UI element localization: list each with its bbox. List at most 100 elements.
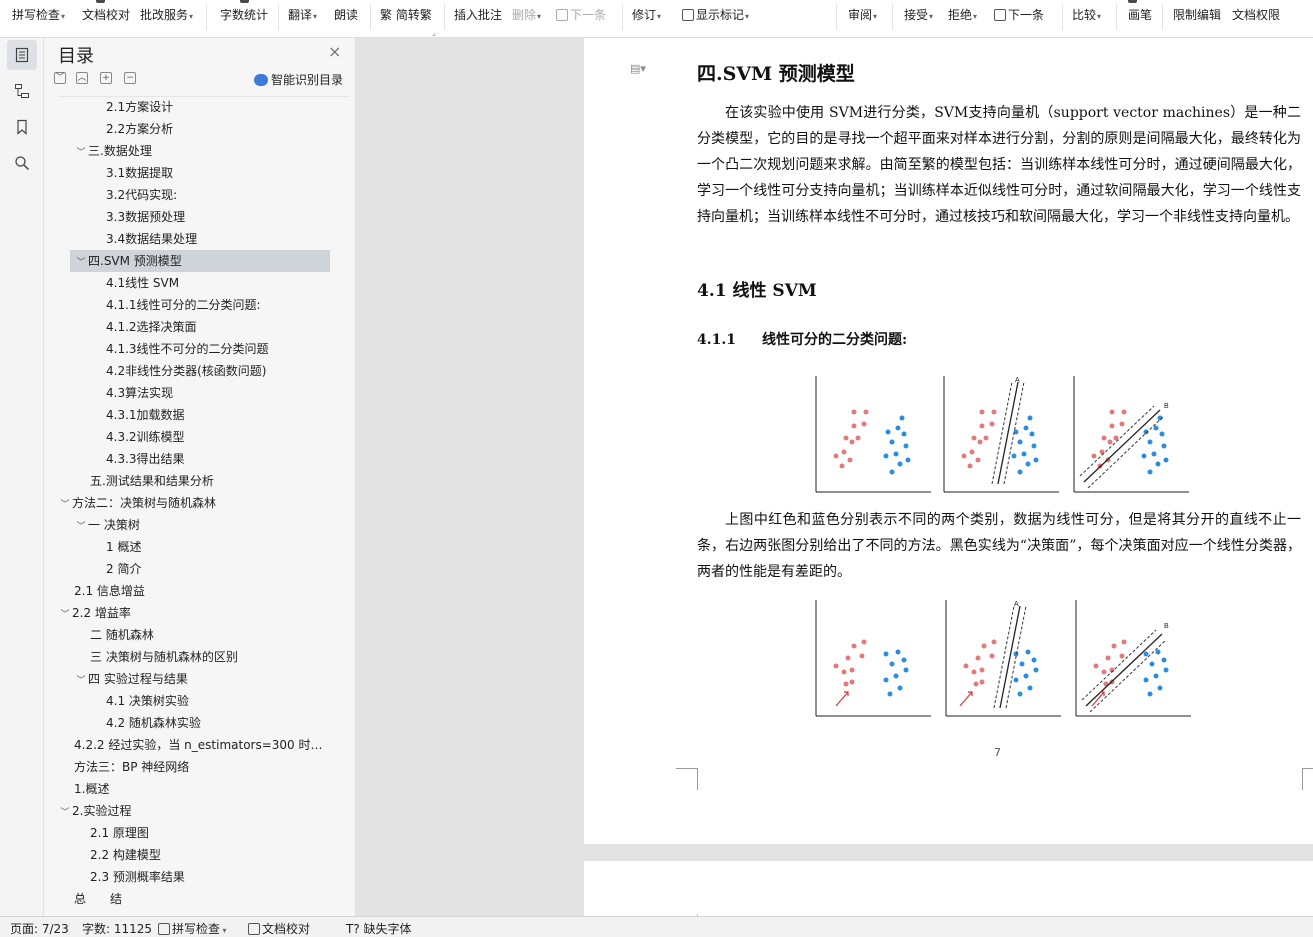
document-permission-button[interactable]: 文档权限 <box>1232 6 1280 23</box>
toc-item[interactable]: 4.2非线性分类器(核函数问题) <box>58 360 330 382</box>
left-nav-rail <box>0 38 44 916</box>
toc-item[interactable]: 3.3数据预处理 <box>58 206 330 228</box>
read-aloud-button[interactable]: 朗读 <box>334 6 358 23</box>
next-change-button[interactable]: 下一条 <box>994 6 1044 23</box>
page-indicator[interactable]: 页面: 7/23 <box>10 920 69 937</box>
toc-item[interactable]: 4.3.2训练模型 <box>58 426 330 448</box>
simplified-to-traditional-button[interactable]: 繁 简转繁 <box>380 6 432 23</box>
review-pane-button[interactable]: 审阅▾ <box>848 6 877 23</box>
chevron-down-icon[interactable]: ﹀ <box>74 252 88 272</box>
toc-item[interactable]: ﹀ 2.实验过程 <box>58 800 330 822</box>
chevron-down-icon[interactable]: ﹀ <box>74 670 88 690</box>
toc-icon <box>15 47 29 63</box>
toc-panel-title: 目录 <box>58 46 94 67</box>
remove-heading-icon[interactable]: − <box>124 72 136 84</box>
toc-item[interactable]: 2.1 原理图 <box>58 822 330 844</box>
toc-panel-button[interactable] <box>7 40 37 70</box>
toc-item[interactable]: 三 决策树与随机森林的区别 <box>58 646 330 668</box>
next-comment-button[interactable]: 下一条 <box>556 6 606 23</box>
panel-plain <box>815 600 931 717</box>
toolbar-divider <box>444 4 445 30</box>
toc-item[interactable]: ﹀ 三.数据处理 <box>58 140 330 162</box>
checkbox-icon <box>158 923 170 935</box>
spell-check-status[interactable]: 拼写检查 ▾ <box>158 920 227 937</box>
toc-item[interactable]: 4.3算法实现 <box>58 382 330 404</box>
toc-item[interactable]: 二 随机森林 <box>58 624 330 646</box>
toc-item[interactable]: 3.1数据提取 <box>58 162 330 184</box>
delete-comment-button[interactable]: 删除▾ <box>512 6 541 23</box>
collapse-all-icon[interactable]: ﹀ <box>54 72 66 84</box>
paragraph-handle-icon[interactable]: ▤▾ <box>630 62 646 75</box>
show-markup-button[interactable]: 显示标记▾ <box>682 6 749 23</box>
proofread-status[interactable]: 文档校对 <box>248 920 310 937</box>
toc-item[interactable]: 3.4数据结果处理 <box>58 228 330 250</box>
toc-item[interactable]: 4.1线性 SVM <box>58 272 330 294</box>
chevron-down-icon[interactable]: ﹀ <box>74 516 88 536</box>
toc-item[interactable]: 2.1 信息增益 <box>58 580 330 602</box>
toc-item[interactable]: 4.3.1加载数据 <box>58 404 330 426</box>
spell-check-button[interactable]: 拼写检查▾ <box>12 6 65 23</box>
chevron-down-icon[interactable]: ﹀ <box>58 494 72 514</box>
expand-up-icon[interactable]: ︿ <box>76 72 88 84</box>
toc-item[interactable]: 4.3.3得出结果 <box>58 448 330 470</box>
toc-item[interactable]: 方法三：BP 神经网络 <box>58 756 330 778</box>
toc-item-selected[interactable]: ﹀ 四.SVM 预测模型 <box>70 250 330 272</box>
smart-recognize-icon <box>254 73 268 86</box>
line-label-b: B <box>1164 623 1169 630</box>
toolbar-divider <box>206 4 207 30</box>
toc-item[interactable]: ﹀ 方法二：决策树与随机森林 <box>58 492 330 514</box>
toc-item[interactable]: 2.3 预测概率结果 <box>58 866 330 888</box>
toc-item[interactable]: 2 简介 <box>58 558 330 580</box>
bookmark-icon <box>17 119 27 135</box>
toc-item[interactable]: 1.概述 <box>58 778 330 800</box>
search-panel-button[interactable] <box>7 148 37 178</box>
toc-item[interactable]: ﹀ 2.2 增益率 <box>58 602 330 624</box>
toc-item[interactable]: 五.测试结果和结果分析 <box>58 470 330 492</box>
accept-button[interactable]: 接受▾ <box>904 6 933 23</box>
subsection-heading: 4.1 线性 SVM <box>697 281 817 301</box>
correction-service-button[interactable]: 批改服务▾ <box>140 6 193 23</box>
toc-item[interactable]: 4.1.2选择决策面 <box>58 316 330 338</box>
toc-item[interactable]: 3.2代码实现: <box>58 184 330 206</box>
toc-item[interactable]: 总 结 <box>58 888 330 910</box>
chevron-down-icon[interactable]: ﹀ <box>58 604 72 624</box>
proofread-icon <box>248 923 260 935</box>
toc-item[interactable]: 2.2 构建模型 <box>58 844 330 866</box>
add-heading-icon[interactable]: + <box>100 72 112 84</box>
review-ribbon: 拼写检查▾ 文档校对 批改服务▾ 字数统计 翻译▾ 朗读 繁 简转繁 插入批注 … <box>0 0 1313 38</box>
document-page: ▤▾ 四.SVM 预测模型 在该实验中使用 SVM进行分类，SVM支持向量机（s… <box>584 38 1313 844</box>
compare-button[interactable]: 比较▾ <box>1072 6 1101 23</box>
toc-item[interactable]: 1 概述 <box>58 536 330 558</box>
toc-item[interactable]: 2.1方案设计 <box>58 97 330 118</box>
toc-item[interactable]: 4.2.2 经过实验，当 n_estimators=300 时… <box>58 734 330 756</box>
bookmark-panel-button[interactable] <box>7 112 37 142</box>
toc-item[interactable]: 4.1.1线性可分的二分类问题: <box>58 294 330 316</box>
toc-item[interactable]: 4.1 决策树实验 <box>58 690 330 712</box>
close-icon[interactable]: × <box>328 42 341 61</box>
doc-proofread-button[interactable]: 文档校对 <box>82 6 130 23</box>
chevron-down-icon[interactable]: ﹀ <box>58 802 72 822</box>
restrict-editing-button[interactable]: 限制编辑 <box>1173 6 1221 23</box>
font-icon: T? <box>346 922 360 936</box>
panel-decision-b: B <box>1073 376 1189 493</box>
pen-button[interactable]: 画笔 <box>1128 6 1152 23</box>
toolbar-divider <box>278 4 279 30</box>
toc-item[interactable]: 2.2方案分析 <box>58 118 330 140</box>
group-launcher-icon[interactable]: ⌟ <box>432 28 436 37</box>
structure-panel-button[interactable] <box>7 76 37 106</box>
missing-font-status[interactable]: T? 缺失字体 <box>346 920 412 937</box>
smart-toc-button[interactable]: 智能识别目录 <box>254 71 343 88</box>
toc-item[interactable]: 4.1.3线性不可分的二分类问题 <box>58 338 330 360</box>
insert-comment-button[interactable]: 插入批注 <box>454 6 502 23</box>
chevron-down-icon[interactable]: ﹀ <box>74 142 88 162</box>
toc-item[interactable]: ﹀ 一 决策树 <box>58 514 330 536</box>
toc-item[interactable]: ﹀ 四 实验过程与结果 <box>58 668 330 690</box>
reject-button[interactable]: 拒绝▾ <box>948 6 977 23</box>
toc-item[interactable]: 4.2 随机森林实验 <box>58 712 330 734</box>
translate-button[interactable]: 翻译▾ <box>288 6 317 23</box>
line-label-b: B <box>1164 403 1169 410</box>
toolbar-top-icon <box>1128 0 1137 3</box>
track-changes-button[interactable]: 修订▾ <box>632 6 661 23</box>
word-count-button[interactable]: 字数统计 <box>220 6 268 23</box>
word-count-indicator[interactable]: 字数: 11125 <box>82 920 152 937</box>
